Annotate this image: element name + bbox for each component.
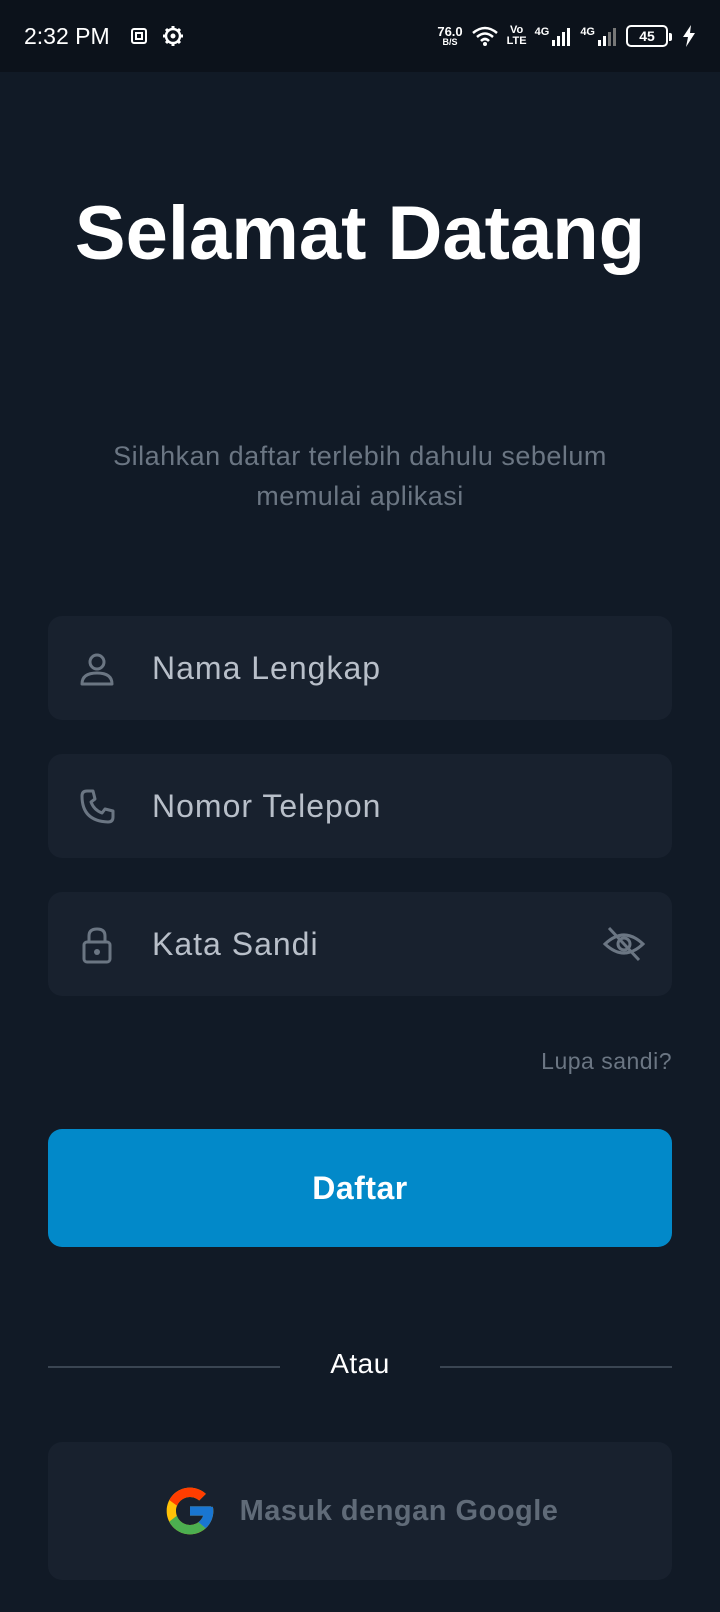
signal-sim1-icon: 4G — [535, 26, 573, 46]
signal-sim2-icon: 4G — [580, 26, 618, 46]
volte-indicator: Vo LTE — [507, 25, 527, 47]
battery-icon: 45 — [626, 25, 672, 47]
phone-number-field[interactable]: Nomor Telepon — [48, 754, 672, 858]
google-logo-icon — [162, 1483, 218, 1539]
full-name-placeholder: Nama Lengkap — [152, 650, 382, 686]
screen-cast-icon — [130, 27, 148, 45]
google-sign-in-button[interactable]: Masuk dengan Google — [48, 1442, 672, 1580]
settings-gear-icon — [162, 25, 184, 47]
user-icon — [78, 650, 116, 688]
password-field[interactable]: Kata Sandi — [48, 892, 672, 996]
sim1-label: 4G — [534, 26, 550, 38]
full-name-field[interactable]: Nama Lengkap — [48, 616, 672, 720]
divider-line-right — [440, 1366, 672, 1368]
sim2-label: 4G — [580, 26, 595, 38]
phone-icon — [78, 788, 116, 826]
forgot-password-link[interactable]: Lupa sandi? — [541, 1048, 672, 1075]
network-speed: 76.0 B/S — [437, 25, 462, 47]
wifi-icon — [471, 25, 499, 47]
password-placeholder: Kata Sandi — [152, 926, 319, 962]
charging-bolt-icon — [682, 25, 696, 47]
page-title: Selamat Datang — [74, 191, 646, 276]
page-subtitle: Silahkan daftar terlebih dahulu sebelum … — [113, 441, 607, 511]
google-sign-in-label: Masuk dengan Google — [239, 1494, 559, 1527]
phone-number-placeholder: Nomor Telepon — [152, 788, 382, 824]
status-bar: 2:32 PM 76.0 B/S Vo LTE 4G 4G 45 — [0, 0, 720, 72]
volte-bottom: LTE — [506, 35, 527, 47]
battery-level: 45 — [639, 28, 655, 44]
network-speed-unit: B/S — [442, 37, 458, 47]
status-time: 2:32 PM — [24, 22, 110, 49]
register-button[interactable]: Daftar — [48, 1129, 672, 1247]
lock-icon — [78, 926, 116, 964]
divider-label: Atau — [330, 1348, 390, 1379]
eye-off-icon[interactable] — [602, 924, 646, 964]
